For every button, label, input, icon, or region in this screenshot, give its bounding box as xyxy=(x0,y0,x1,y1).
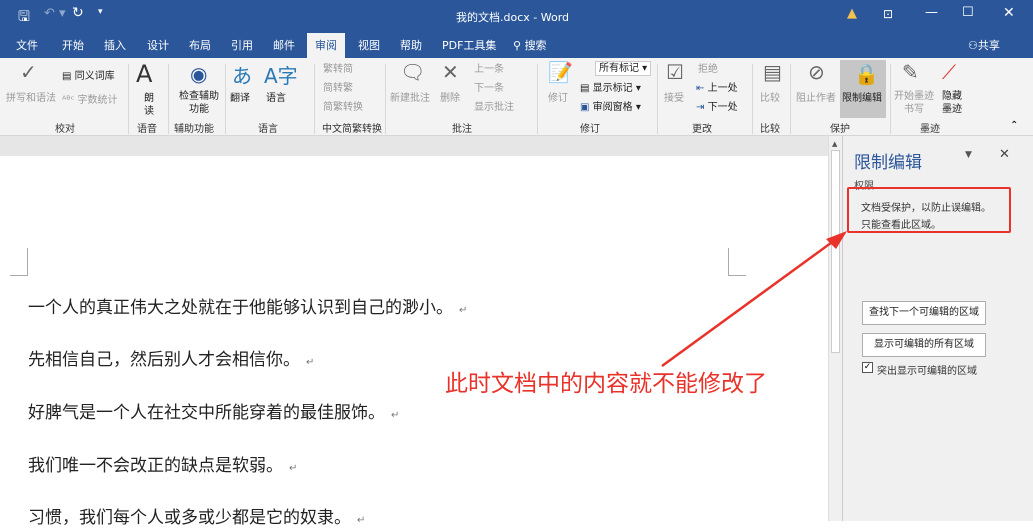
arrow-line xyxy=(661,238,836,368)
annotation-arrow xyxy=(661,231,847,368)
arrow-head xyxy=(826,231,847,249)
